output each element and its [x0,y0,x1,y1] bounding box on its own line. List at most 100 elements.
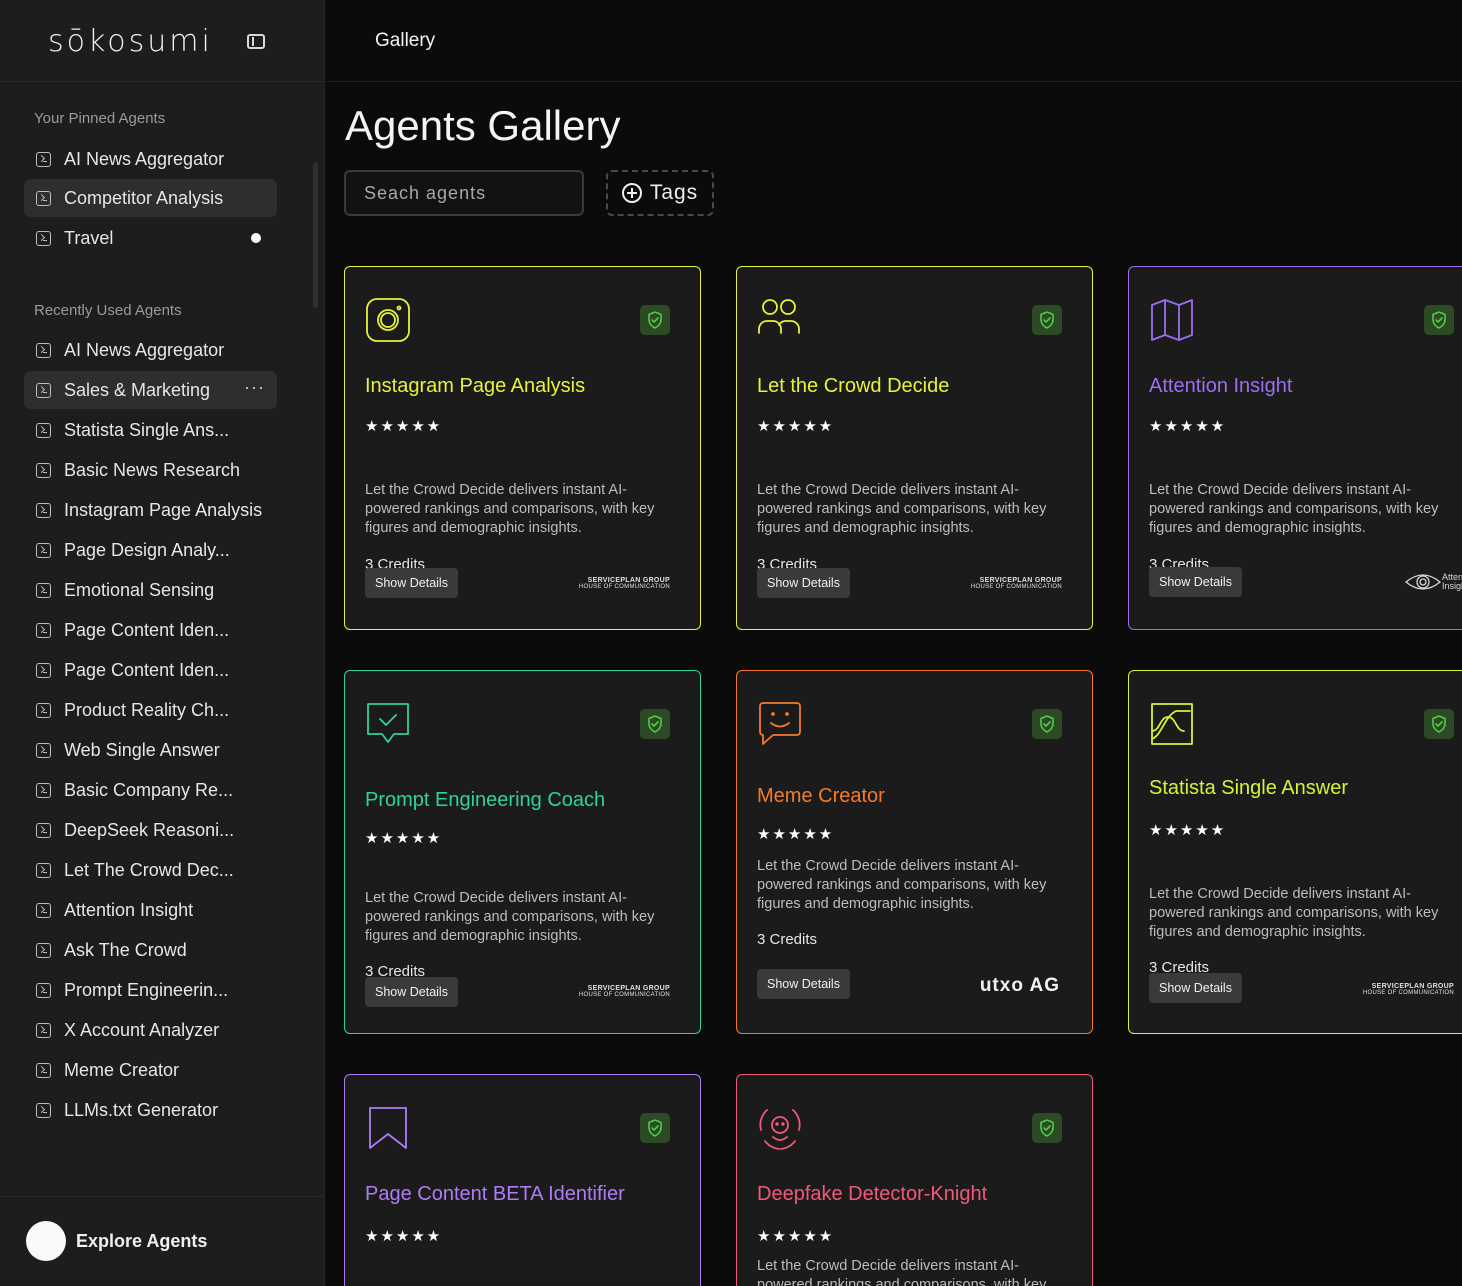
recent-agent-item[interactable]: Let The Crowd Dec... [24,851,277,889]
recent-agent-item[interactable]: Instagram Page Analysis [24,491,277,529]
provider-subtitle: HOUSE OF COMMUNICATION [578,992,670,998]
recent-agent-item[interactable]: X Account Analyzer [24,1011,277,1049]
show-details-button[interactable]: Show Details [1149,567,1242,597]
agent-description: Let the Crowd Decide delivers instant AI… [757,1258,1047,1286]
more-options-icon[interactable]: ··· [244,377,265,398]
provider-name: SERVICEPLAN GROUP [587,985,670,992]
show-details-button[interactable]: Show Details [757,568,850,598]
sidebar-scrollbar[interactable] [313,162,318,308]
explore-agents-label[interactable]: Explore Agents [76,1231,207,1252]
terminal-icon [36,582,51,598]
terminal-icon [36,151,51,167]
show-details-button[interactable]: Show Details [365,977,458,1007]
recent-agent-item[interactable]: AI News Aggregator [24,331,277,369]
pinned-item[interactable]: Travel [24,219,277,257]
terminal-icon [36,1022,51,1038]
recent-agent-label: Basic News Research [64,459,241,480]
agent-credits: 3 Credits [757,931,818,948]
search-input[interactable] [344,170,584,216]
explore-agents[interactable]: Explore Agents [0,1196,325,1286]
show-details-button[interactable]: Show Details [365,568,458,598]
show-details-button[interactable]: Show Details [1149,973,1242,1003]
logo[interactable]: sōkosumi [48,24,213,59]
recent-agent-item[interactable]: Statista Single Ans... [24,411,277,449]
show-details-button[interactable]: Show Details [757,969,850,999]
recent-agent-item[interactable]: LLMs.txt Generator [24,1091,277,1129]
recent-agent-label: Web Single Answer [64,739,220,760]
verified-shield-icon [1424,305,1454,335]
recent-agent-item[interactable]: Sales & Marketing ··· [24,371,277,409]
agent-name[interactable]: Page Content BETA Identifier [365,1183,625,1206]
agent-card[interactable]: Let the Crowd Decide ★★★★★ Let the Crowd D… [736,266,1093,630]
provider-subtitle: HOUSE OF COMMUNICATION [1362,990,1454,996]
recent-agent-label: Sales & Marketing [64,379,211,400]
recent-agent-item[interactable]: Page Design Analy... [24,531,277,569]
bookmark-icon [365,1105,411,1151]
agent-card[interactable]: Attention Insight ★★★★★ Let the Crowd Deci… [1128,266,1462,630]
tags-button[interactable]: Tags [606,170,714,216]
recent-agent-item[interactable]: Meme Creator [24,1051,277,1089]
terminal-icon [36,782,51,798]
agent-name[interactable]: Instagram Page Analysis [365,375,585,398]
recent-agent-label: Instagram Page Analysis [64,499,263,520]
terminal-icon [36,230,51,246]
agent-description: Let the Crowd Decide delivers instant AI… [365,482,655,536]
provider-name: SERVICEPLAN GROUP [979,577,1062,584]
avatar[interactable] [26,1221,66,1261]
sidebar-toggle-icon[interactable] [247,34,265,49]
recent-agent-item[interactable]: Page Content Iden... [24,651,277,689]
pinned-item[interactable]: AI News Aggregator [24,140,277,178]
recent-agent-label: Product Reality Ch... [64,699,230,720]
recent-agent-item[interactable]: Emotional Sensing [24,571,277,609]
verified-shield-icon [1032,305,1062,335]
chat-check-icon [365,701,411,747]
agent-description: Let the Crowd Decide delivers instant AI… [1149,886,1439,940]
pinned-item-label: AI News Aggregator [64,148,225,169]
agent-card[interactable]: Meme Creator ★★★★★ Let the Crowd Decide de… [736,670,1093,1034]
verified-shield-icon [1032,1113,1062,1143]
recent-agent-item[interactable]: Web Single Answer [24,731,277,769]
agent-card[interactable]: Instagram Page Analysis ★★★★★ Let the Crow… [344,266,701,630]
recent-agent-label: AI News Aggregator [64,339,225,360]
recent-agent-item[interactable]: Prompt Engineerin... [24,971,277,1009]
agent-card[interactable]: Statista Single Answer ★★★★★ Let the Crowd… [1128,670,1462,1034]
top-bar: Gallery [326,0,1462,82]
recent-agent-item[interactable]: Basic Company Re... [24,771,277,809]
recent-agent-item[interactable]: Page Content Iden... [24,611,277,649]
pinned-item[interactable]: Competitor Analysis [24,179,277,217]
page-title: Agents Gallery [345,102,621,149]
agent-card[interactable]: Page Content BETA Identifier ★★★★★ [344,1074,701,1286]
verified-shield-icon [1424,709,1454,739]
recent-agent-item[interactable]: DeepSeek Reasoni... [24,811,277,849]
recent-section-title: Recently Used Agents [34,302,182,319]
provider-logo: SERVICEPLAN GROUP HOUSE OF COMMUNICATION [579,577,670,591]
rating-stars: ★★★★★ [365,418,443,435]
terminal-icon [36,462,51,478]
recent-agent-item[interactable]: Basic News Research [24,451,277,489]
recent-agent-label: Attention Insight [64,899,194,920]
tags-label: Tags [649,181,699,204]
agent-name[interactable]: Statista Single Answer [1149,777,1348,800]
agent-card[interactable]: Prompt Engineering Coach ★★★★★ Let the Cro… [344,670,701,1034]
terminal-icon [36,862,51,878]
recent-agent-label: LLMs.txt Generator [64,1099,219,1120]
agent-name[interactable]: Prompt Engineering Coach [365,789,605,812]
map-icon [1149,297,1195,343]
terminal-icon [36,382,51,398]
terminal-icon [36,982,51,998]
rating-stars: ★★★★★ [1149,822,1227,839]
agent-name[interactable]: Let the Crowd Decide [757,375,949,398]
agent-name[interactable]: Meme Creator [757,785,885,808]
agent-name[interactable]: Attention Insight [1149,375,1292,398]
recent-agent-label: Meme Creator [64,1059,180,1080]
rating-stars: ★★★★★ [757,418,835,435]
agent-description: Let the Crowd Decide delivers instant AI… [757,482,1047,536]
agent-name[interactable]: Deepfake Detector-Knight [757,1183,987,1206]
instagram-icon [365,297,411,343]
recent-agent-item[interactable]: Product Reality Ch... [24,691,277,729]
plus-circle-icon [621,183,642,203]
recent-agent-item[interactable]: Attention Insight [24,891,277,929]
agent-description: Let the Crowd Decide delivers instant AI… [365,890,655,944]
agent-card[interactable]: Deepfake Detector-Knight ★★★★★ Let the Cro… [736,1074,1093,1286]
recent-agent-item[interactable]: Ask The Crowd [24,931,277,969]
